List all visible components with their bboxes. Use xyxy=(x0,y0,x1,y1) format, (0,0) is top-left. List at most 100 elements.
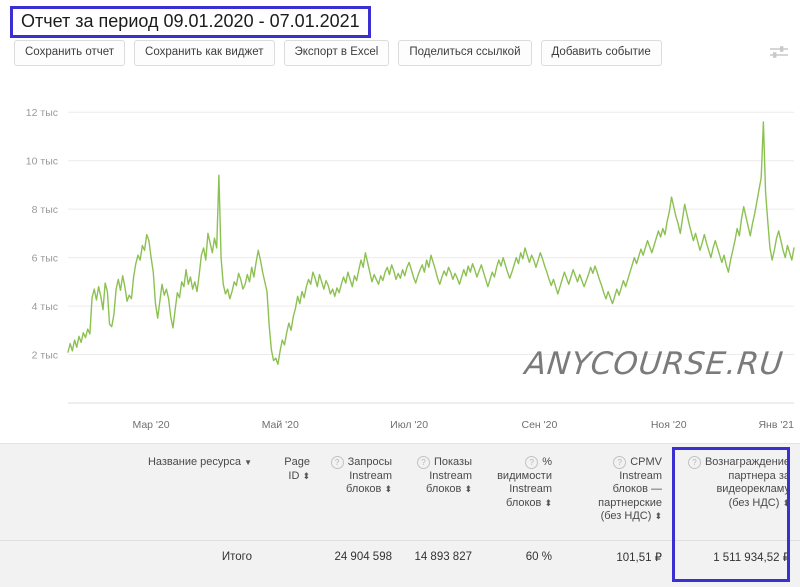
header-line: партнера за xyxy=(678,470,790,484)
x-axis-tick-label: Май '20 xyxy=(262,419,299,431)
page-title-container: Отчет за период 09.01.2020 - 07.01.2021 xyxy=(10,6,371,38)
column-header-page-id[interactable]: Page ID ⬍ xyxy=(262,444,320,540)
y-axis-tick-label: 4 тыс xyxy=(32,301,58,313)
x-axis-tick-label: Мар '20 xyxy=(132,419,169,431)
sort-updown-icon[interactable]: ⬍ xyxy=(782,498,790,508)
sort-caret-icon[interactable]: ▼ xyxy=(244,458,252,467)
chart-line-series xyxy=(67,121,795,365)
header-line: Instream xyxy=(326,470,392,484)
save-report-button[interactable]: Сохранить отчет xyxy=(14,40,126,66)
header-line: ID ⬍ xyxy=(268,470,310,484)
chart-panel: 2 тыс 4 тыс 6 тыс 8 тыс 10 тыс 12 тыс Мар '20 М… xyxy=(0,78,800,443)
header-line-text: Название ресурса xyxy=(147,456,242,468)
header-line: ? Вознаграждение xyxy=(678,456,790,470)
add-event-button[interactable]: Добавить событие xyxy=(540,40,662,66)
toolbar: Сохранить отчет Сохранить как виджет Экс… xyxy=(14,40,662,66)
y-axis-tick-label: 12 тыс xyxy=(26,107,58,119)
header-line-text: партнерские xyxy=(598,496,662,509)
header-line: ? Запросы xyxy=(326,456,392,470)
header-line: (без НДС) ⬍ xyxy=(568,510,662,524)
x-axis-tick-label: Ноя '20 xyxy=(651,419,687,431)
total-instream-impressions: 14 893 827 xyxy=(402,539,482,573)
header-line-text: Instream xyxy=(619,469,662,482)
header-line-text: блоков xyxy=(426,483,462,495)
header-line-text: Instream xyxy=(349,469,392,482)
sort-updown-icon[interactable]: ⬍ xyxy=(384,484,392,494)
sort-updown-icon[interactable]: ⬍ xyxy=(654,511,662,521)
header-line-text: ID xyxy=(288,469,300,482)
sort-updown-icon[interactable]: ⬍ xyxy=(464,484,472,494)
header-line: Instream xyxy=(408,470,472,484)
header-line: ?% xyxy=(488,456,552,470)
header-line-text: % xyxy=(542,456,552,468)
timeseries-chart[interactable]: 2 тыс 4 тыс 6 тыс 8 тыс 10 тыс 12 тыс Мар '20 М… xyxy=(0,78,800,443)
header-line-text: Запросы xyxy=(347,456,392,468)
share-link-button[interactable]: Поделиться ссылкой xyxy=(398,40,532,66)
report-table: Название ресурса ▼ Page ID ⬍ ? Запросы Inst… xyxy=(0,444,800,573)
header-line-text: CPMV xyxy=(630,456,662,468)
header-line-text: Instream xyxy=(429,469,472,482)
header-line-text: (без НДС) xyxy=(728,496,780,509)
header-line-text: партнера за xyxy=(728,469,790,482)
help-icon[interactable]: ? xyxy=(687,456,701,469)
header-line-text: (без НДС) xyxy=(600,510,652,522)
sort-updown-icon[interactable]: ⬍ xyxy=(544,498,552,508)
column-header-instream-visibility-percent[interactable]: ?% видимости Instream блоков ⬍ xyxy=(482,444,562,540)
report-table-panel: Название ресурса ▼ Page ID ⬍ ? Запросы Inst… xyxy=(0,443,800,587)
y-axis-tick-label: 10 тыс xyxy=(26,156,58,168)
total-page-id xyxy=(262,539,320,573)
header-line-text: Вознаграждение xyxy=(704,456,790,468)
header-line-text: блоков — xyxy=(612,483,662,495)
table-row-total: Итого 24 904 598 14 893 827 60 % 101,51 … xyxy=(0,539,800,573)
page-title: Отчет за период 09.01.2020 - 07.01.2021 xyxy=(21,11,360,31)
header-line: видеорекламу xyxy=(678,483,790,497)
report-page: Отчет за период 09.01.2020 - 07.01.2021 … xyxy=(0,0,800,587)
header-line-text: Instream xyxy=(509,483,552,495)
header-line: Instream xyxy=(568,470,662,484)
column-header-cpmv-instream-partner[interactable]: ? CPMV Instream блоков — партнерские (без НДС… xyxy=(562,444,672,540)
header-line: ? CPMV xyxy=(568,456,662,470)
column-header-instream-requests[interactable]: ? Запросы Instream блоков ⬍ xyxy=(320,444,402,540)
total-label: Итого xyxy=(0,539,262,573)
export-excel-button[interactable]: Экспорт в Excel xyxy=(283,40,390,66)
total-partner-video-reward: 1 511 934,52 ₽ xyxy=(672,539,800,573)
column-header-resource-name[interactable]: Название ресурса ▼ xyxy=(0,444,262,540)
header-line: блоков ⬍ xyxy=(326,483,392,497)
help-icon[interactable]: ? xyxy=(416,456,430,469)
sliders-icon[interactable] xyxy=(768,44,790,60)
help-icon[interactable]: ? xyxy=(613,456,627,469)
total-instream-visibility-percent: 60 % xyxy=(482,539,562,573)
help-icon[interactable]: ? xyxy=(525,456,539,469)
header-line: (без НДС) ⬍ xyxy=(678,497,790,511)
x-axis-tick-label: Сен '20 xyxy=(521,419,557,431)
x-axis-tick-label: Янв '21 xyxy=(758,419,794,431)
header-line-text: видимости xyxy=(497,469,552,482)
column-header-instream-impressions[interactable]: ? Показы Instream блоков ⬍ xyxy=(402,444,482,540)
header-line: Название ресурса ▼ xyxy=(6,456,252,470)
column-header-partner-video-reward[interactable]: ? Вознаграждение партнера за видеорекламу (б… xyxy=(672,444,800,540)
header-line-text: видеорекламу xyxy=(716,483,790,495)
header-line: ? Показы xyxy=(408,456,472,470)
table-header-row: Название ресурса ▼ Page ID ⬍ ? Запросы Inst… xyxy=(0,444,800,540)
header-line: Instream xyxy=(488,483,552,497)
total-instream-requests: 24 904 598 xyxy=(320,539,402,573)
help-icon[interactable]: ? xyxy=(330,456,344,469)
total-cpmv-instream-partner: 101,51 ₽ xyxy=(562,539,672,573)
header-line: блоков — xyxy=(568,483,662,497)
sort-updown-icon[interactable]: ⬍ xyxy=(302,471,310,481)
y-axis-tick-label: 8 тыс xyxy=(32,204,58,216)
x-axis-tick-label: Июл '20 xyxy=(390,419,428,431)
header-line: Page xyxy=(268,456,310,470)
y-axis-tick-label: 6 тыс xyxy=(32,253,58,265)
header-line: партнерские xyxy=(568,497,662,511)
save-as-widget-button[interactable]: Сохранить как виджет xyxy=(134,40,275,66)
header-line-text: Page xyxy=(284,456,310,468)
header-line: блоков ⬍ xyxy=(488,497,552,511)
header-line-text: блоков xyxy=(506,496,542,509)
header-line-text: Показы xyxy=(433,456,472,468)
header-line-text: блоков xyxy=(346,483,382,495)
page-title-highlight: Отчет за период 09.01.2020 - 07.01.2021 xyxy=(10,6,371,38)
header-line: блоков ⬍ xyxy=(408,483,472,497)
header-line: видимости xyxy=(488,470,552,484)
y-axis-tick-label: 2 тыс xyxy=(32,350,58,362)
